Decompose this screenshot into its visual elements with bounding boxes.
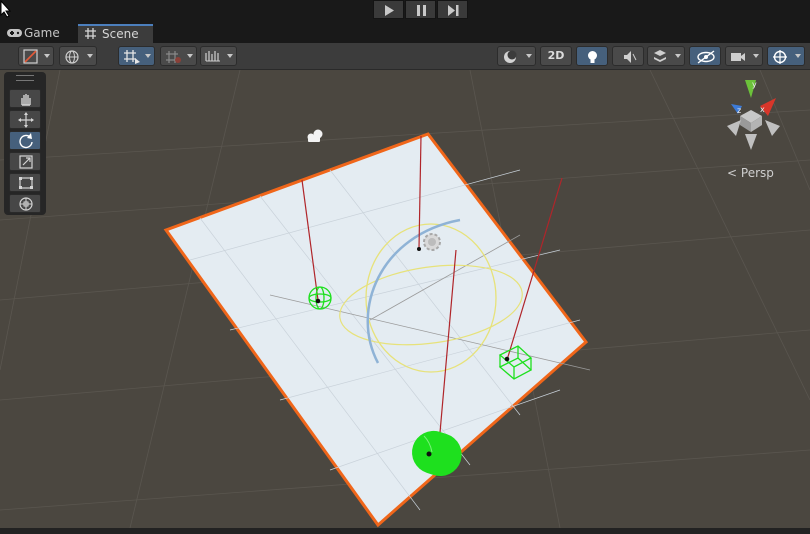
transform-icon [19, 197, 33, 211]
camera-settings-dropdown[interactable] [725, 46, 763, 66]
audio-mute-icon [624, 51, 637, 63]
tab-game-label: Game [24, 26, 60, 40]
play-icon [385, 5, 394, 16]
scene-viewport[interactable]: x z y < Persp [0, 70, 810, 528]
directional-light-icon[interactable] [423, 233, 441, 251]
effects-dropdown[interactable] [647, 46, 685, 66]
transform-tool-button[interactable] [9, 194, 41, 213]
scene-canvas[interactable]: x z y [0, 70, 810, 528]
draw-mode-dropdown[interactable] [18, 46, 54, 66]
globe-icon [65, 50, 79, 64]
projection-label: Persp [740, 166, 774, 180]
rotate-tool-button[interactable] [9, 131, 41, 150]
tool-palette [4, 72, 46, 215]
draw-mode-icon [23, 49, 38, 64]
tab-scene-label: Scene [102, 27, 139, 41]
projection-toggle[interactable]: < Persp [727, 166, 774, 180]
increment-snap-icon [166, 51, 181, 63]
capsule-pivot [426, 451, 432, 457]
move-arrows-icon [18, 112, 34, 128]
gamepad-icon [7, 29, 22, 37]
chevron-left-icon: < [727, 166, 738, 180]
gizmos-icon [773, 50, 787, 64]
step-button[interactable] [437, 0, 468, 19]
grid-snap-icon [124, 50, 140, 64]
rect-transform-icon [19, 177, 33, 189]
svg-text:z: z [737, 106, 741, 115]
gizmos-dropdown[interactable] [767, 46, 805, 66]
scene-visibility-toggle[interactable] [689, 46, 721, 66]
toggle-2d-label: 2D [547, 49, 565, 62]
scale-tool-button[interactable] [9, 152, 41, 171]
grid-snap-toggle[interactable] [118, 46, 155, 66]
ruler-icon [205, 51, 220, 62]
shading-mode-dropdown[interactable] [497, 46, 536, 66]
pause-icon [417, 5, 426, 16]
gizmo-neg-y-cone[interactable] [745, 134, 757, 150]
ruler-dropdown[interactable] [200, 46, 237, 66]
bottom-border [0, 528, 810, 534]
toggle-2d-button[interactable]: 2D [540, 46, 572, 66]
svg-text:x: x [760, 105, 765, 114]
window-tab-bar: Game Scene [0, 24, 810, 43]
scale-icon [19, 155, 33, 169]
scene-toolbar: 2D [0, 43, 810, 70]
audio-toggle[interactable] [612, 46, 644, 66]
gizmo-neg-z-cone[interactable] [765, 120, 780, 136]
shading-sphere-icon [504, 50, 517, 63]
tab-scene[interactable]: Scene [78, 24, 153, 43]
hand-icon [21, 94, 31, 106]
step-icon [448, 5, 459, 16]
lighting-toggle[interactable] [576, 46, 608, 66]
global-local-dropdown[interactable] [59, 46, 97, 66]
pause-button[interactable] [405, 0, 436, 19]
mouse-cursor-icon [0, 0, 12, 18]
move-tool-button[interactable] [9, 110, 41, 129]
lightbulb-icon [588, 51, 597, 63]
increment-snap-toggle[interactable] [160, 46, 197, 66]
svg-text:y: y [752, 80, 757, 89]
rect-tool-button[interactable] [9, 173, 41, 192]
box-pivot [504, 356, 510, 362]
ground-plane[interactable] [163, 132, 589, 528]
sphere-pivot [315, 298, 321, 304]
rotate-icon [19, 133, 33, 149]
play-button[interactable] [373, 0, 404, 19]
gizmo-neg-x-cone[interactable] [727, 120, 741, 136]
tab-game[interactable]: Game [0, 24, 76, 43]
hidden-eye-icon [697, 50, 715, 64]
grid-hash-icon [85, 28, 96, 39]
play-controls-bar [0, 0, 810, 22]
palette-grip-handle[interactable] [16, 75, 34, 81]
camera-icon [731, 53, 745, 61]
hand-tool-button[interactable] [9, 89, 41, 108]
effects-icon [654, 50, 666, 62]
light-pivot [417, 247, 421, 251]
